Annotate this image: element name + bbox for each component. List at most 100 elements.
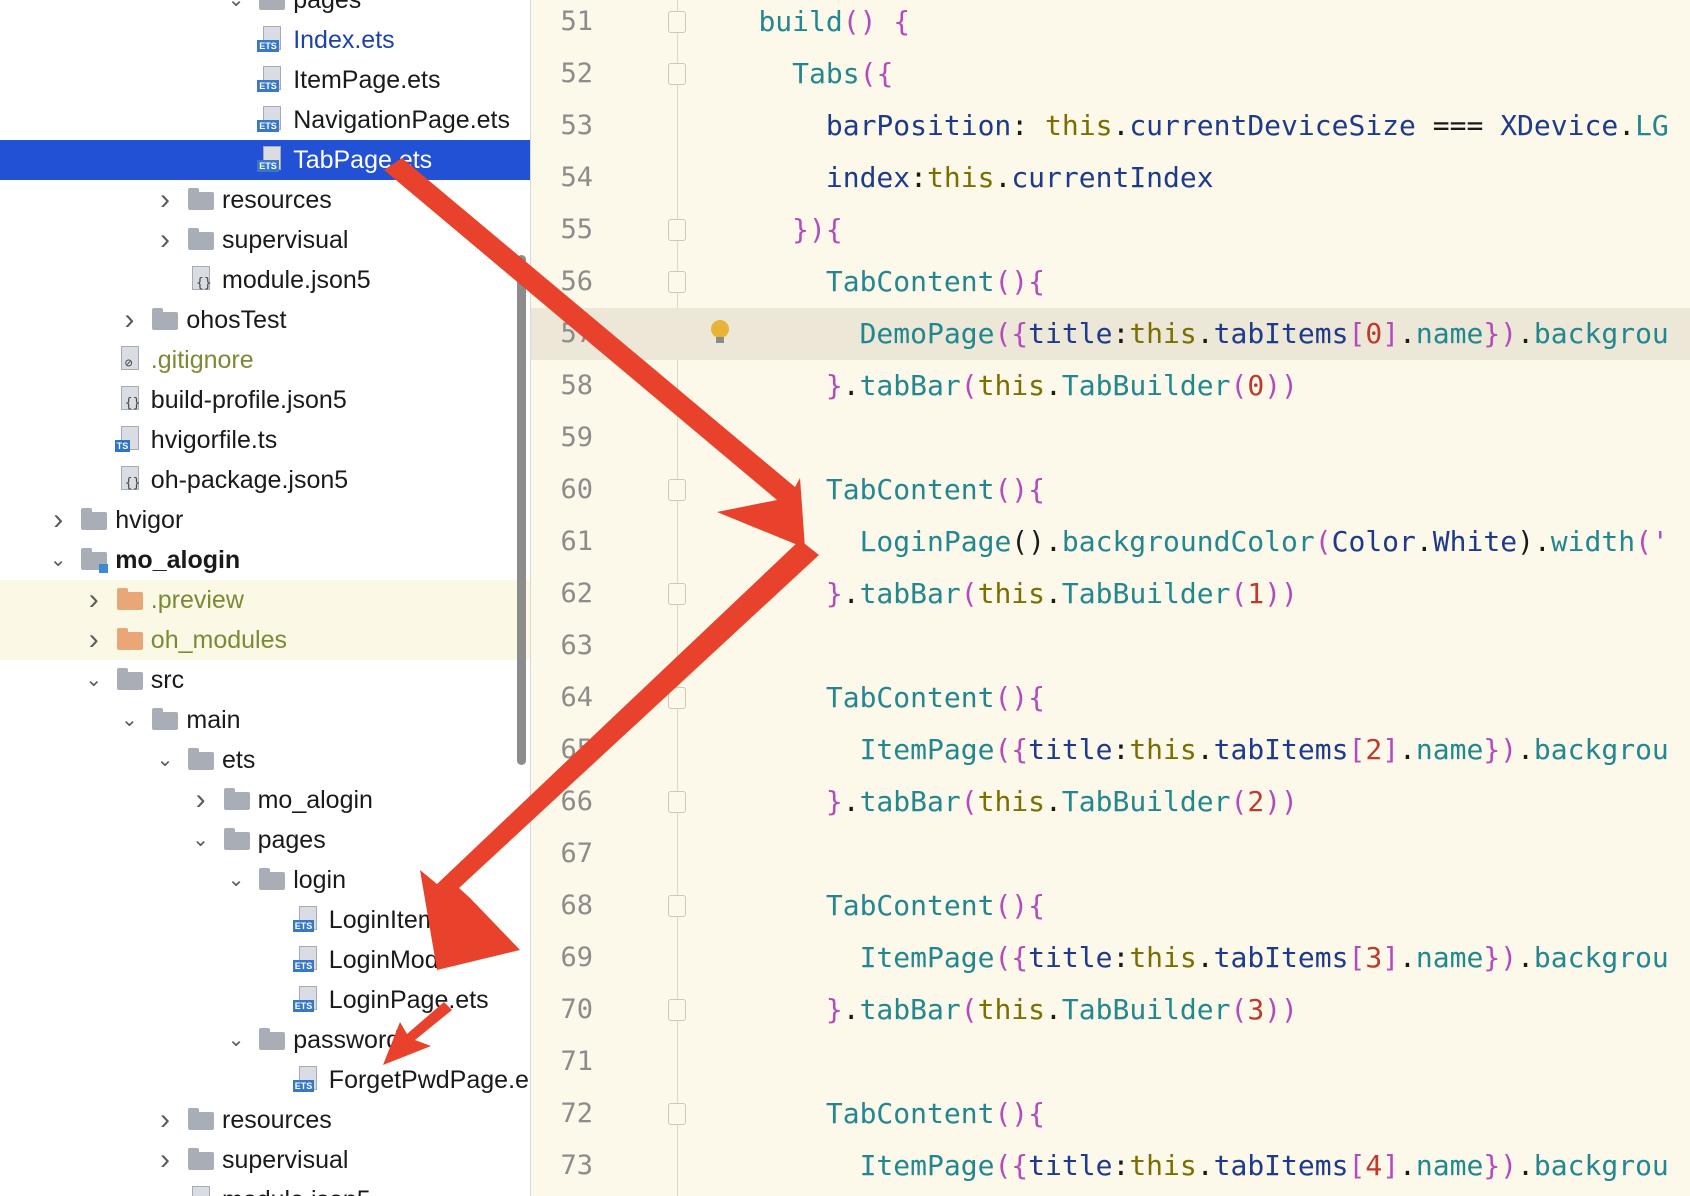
tree-item-mo-alogin[interactable]: › mo_alogin <box>0 780 530 820</box>
code-line[interactable]: 64 TabContent(){ <box>531 672 1690 724</box>
tree-item-pages[interactable]: ⌄ pages <box>0 0 530 20</box>
tree-item-label: mo_alogin <box>257 786 373 814</box>
code-line[interactable]: 60 TabContent(){ <box>531 464 1690 516</box>
code-line[interactable]: 53 barPosition: this.currentDeviceSize =… <box>531 100 1690 152</box>
chevron-down-icon[interactable]: ⌄ <box>225 860 247 900</box>
tree-item-loginmod[interactable]: ETS LoginMod <box>0 940 530 980</box>
fold-marker-icon[interactable] <box>668 687 686 709</box>
code-line[interactable]: 61 LoginPage().backgroundColor(Color.Whi… <box>531 516 1690 568</box>
chevron-down-icon[interactable]: ⌄ <box>225 1020 247 1060</box>
tree-item-module-json5[interactable]: {}module.json5 <box>0 1180 530 1196</box>
code-line[interactable]: 69 ItemPage({title:this.tabItems[3].name… <box>531 932 1690 984</box>
chevron-down-icon[interactable]: ⌄ <box>47 540 69 580</box>
chevron-down-icon[interactable]: ⌄ <box>118 700 140 740</box>
fold-marker-icon[interactable] <box>668 583 686 605</box>
tree-item-mo-alogin[interactable]: ⌄ mo_alogin <box>0 540 530 580</box>
tree-item-navigationpage-ets[interactable]: ETS NavigationPage.ets <box>0 100 530 140</box>
fold-marker-icon[interactable] <box>668 219 686 241</box>
line-number: 65 <box>560 734 593 765</box>
project-tree-scrollbar[interactable] <box>517 255 526 765</box>
tree-item-module-json5[interactable]: {}module.json5 <box>0 260 530 300</box>
code-line[interactable]: 67 <box>531 828 1690 880</box>
chevron-right-icon[interactable]: › <box>154 220 176 260</box>
tree-item-gitignore[interactable]: ⊘ .gitignore <box>0 340 530 380</box>
line-number: 71 <box>560 1046 593 1077</box>
code-line[interactable]: 62 }.tabBar(this.TabBuilder(1)) <box>531 568 1690 620</box>
chevron-right-icon[interactable]: › <box>190 780 212 820</box>
code-line[interactable]: 55 }){ <box>531 204 1690 256</box>
tree-item-build-profile-json5[interactable]: {} build-profile.json5 <box>0 380 530 420</box>
chevron-down-icon[interactable]: ⌄ <box>190 820 212 860</box>
code-line[interactable]: 72 TabContent(){ <box>531 1088 1690 1140</box>
tree-item-oh-package-json5[interactable]: {} oh-package.json5 <box>0 460 530 500</box>
chevron-down-icon[interactable]: ⌄ <box>154 740 176 780</box>
fold-marker-icon[interactable] <box>668 63 686 85</box>
code-line[interactable]: 68 TabContent(){ <box>531 880 1690 932</box>
tree-item-password[interactable]: ⌄ password <box>0 1020 530 1060</box>
tree-item-login[interactable]: ⌄ login <box>0 860 530 900</box>
tree-item-src[interactable]: ⌄ src <box>0 660 530 700</box>
fold-marker-icon[interactable] <box>668 895 686 917</box>
code-line[interactable]: 65 ItemPage({title:this.tabItems[2].name… <box>531 724 1690 776</box>
tree-item-label: ItemPage.ets <box>293 66 441 94</box>
chevron-right-icon[interactable]: › <box>154 1100 176 1140</box>
tree-item-hvigorfile-ts[interactable]: TS hvigorfile.ts <box>0 420 530 460</box>
ets-file-icon: ETS <box>257 26 287 54</box>
tree-item-resources[interactable]: › resources <box>0 1100 530 1140</box>
tree-item-label: TabPage.ets <box>293 146 433 174</box>
chevron-right-icon[interactable]: › <box>83 620 105 660</box>
tree-item-itempage-ets[interactable]: ETS ItemPage.ets <box>0 60 530 100</box>
tree-item-oh-modules[interactable]: › oh_modules <box>0 620 530 660</box>
code-line[interactable]: 59 <box>531 412 1690 464</box>
tree-item-loginpage-ets[interactable]: ETS LoginPage.ets <box>0 980 530 1020</box>
tree-item-pages[interactable]: ⌄ pages <box>0 820 530 860</box>
code-line[interactable]: 71 <box>531 1036 1690 1088</box>
tree-item-label: build-profile.json5 <box>150 386 347 414</box>
fold-marker-icon[interactable] <box>668 11 686 33</box>
code-line[interactable]: 70 }.tabBar(this.TabBuilder(3)) <box>531 984 1690 1036</box>
tree-item-loginitems[interactable]: ETS LoginItems <box>0 900 530 940</box>
code-text: ItemPage({title:this.tabItems[2].name}).… <box>859 733 1669 766</box>
fold-marker-icon[interactable] <box>668 999 686 1021</box>
code-line[interactable]: 51 build() { <box>531 0 1690 48</box>
line-number: 54 <box>560 162 593 193</box>
chevron-down-icon[interactable]: ⌄ <box>83 660 105 700</box>
code-line[interactable]: 56 TabContent(){ <box>531 256 1690 308</box>
code-editor[interactable]: 51 build() {52 Tabs({53 barPosition: thi… <box>530 0 1690 1196</box>
tree-item-label: supervisual <box>222 1146 349 1174</box>
tree-item-hvigor[interactable]: › hvigor <box>0 500 530 540</box>
chevron-right-icon[interactable]: › <box>154 1140 176 1180</box>
code-line[interactable]: 57 DemoPage({title:this.tabItems[0].name… <box>531 308 1690 360</box>
tree-item-forgetpwdpage-e[interactable]: ETS ForgetPwdPage.e <box>0 1060 530 1100</box>
code-line[interactable]: 58 }.tabBar(this.TabBuilder(0)) <box>531 360 1690 412</box>
code-line[interactable]: 52 Tabs({ <box>531 48 1690 100</box>
tree-item-resources[interactable]: › resources <box>0 180 530 220</box>
folder-icon <box>186 746 216 774</box>
tree-item-tabpage-ets[interactable]: ETS TabPage.ets <box>0 140 530 180</box>
code-line[interactable]: 54 index:this.currentIndex <box>531 152 1690 204</box>
fold-marker-icon[interactable] <box>668 479 686 501</box>
tree-item-main[interactable]: ⌄ main <box>0 700 530 740</box>
code-line[interactable]: 73 ItemPage({title:this.tabItems[4].name… <box>531 1140 1690 1192</box>
code-line[interactable]: 63 <box>531 620 1690 672</box>
tree-item-ohostest[interactable]: › ohosTest <box>0 300 530 340</box>
fold-marker-icon[interactable] <box>668 1103 686 1125</box>
tree-item-ets[interactable]: ⌄ ets <box>0 740 530 780</box>
chevron-right-icon[interactable]: › <box>47 500 69 540</box>
chevron-right-icon[interactable]: › <box>118 300 140 340</box>
line-number: 68 <box>560 890 593 921</box>
fold-marker-icon[interactable] <box>668 791 686 813</box>
tree-item-index-ets[interactable]: ETS Index.ets <box>0 20 530 60</box>
tree-item-label: pages <box>257 826 326 854</box>
tree-item-label: oh_modules <box>150 626 288 654</box>
tree-item-preview[interactable]: › .preview <box>0 580 530 620</box>
fold-marker-icon[interactable] <box>668 271 686 293</box>
chevron-right-icon[interactable]: › <box>154 180 176 220</box>
tree-item-supervisual[interactable]: › supervisual <box>0 1140 530 1180</box>
module-folder-icon <box>79 546 109 574</box>
code-text: TabContent(){ <box>825 1097 1046 1130</box>
chevron-down-icon[interactable]: ⌄ <box>225 0 247 20</box>
chevron-right-icon[interactable]: › <box>83 580 105 620</box>
tree-item-supervisual[interactable]: › supervisual <box>0 220 530 260</box>
code-line[interactable]: 66 }.tabBar(this.TabBuilder(2)) <box>531 776 1690 828</box>
